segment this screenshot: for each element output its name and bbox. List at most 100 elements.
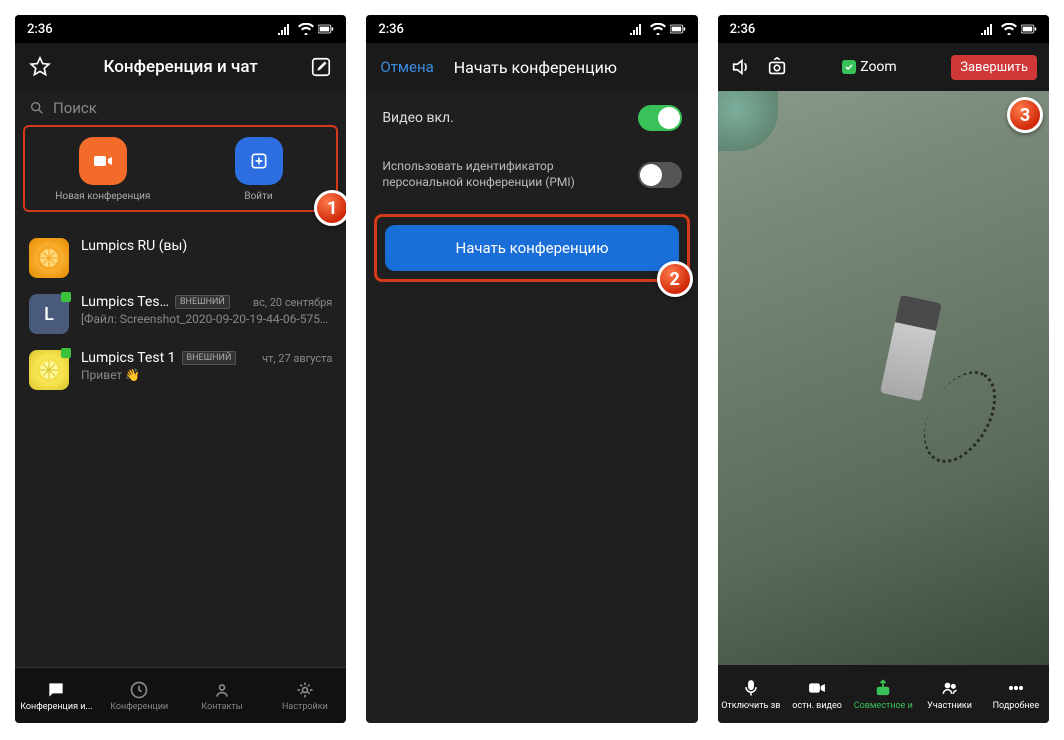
nav-mute[interactable]: Отключить зв [718, 665, 784, 723]
meeting-topbar: Zoom Завершить [718, 43, 1049, 91]
signal-icon [278, 23, 294, 35]
clock-icon [129, 680, 149, 700]
header-title: Конференция и чат [104, 57, 258, 77]
contacts-icon [212, 680, 232, 700]
zoom-label[interactable]: Zoom [842, 59, 897, 75]
end-meeting-button[interactable]: Завершить [951, 55, 1037, 80]
wifi-icon [650, 23, 666, 35]
external-tag: ВНЕШНИЙ [182, 351, 237, 365]
battery-icon [318, 23, 334, 35]
phone-screen-2: 2:36 Отмена Начать конференцию Видео вкл… [366, 15, 697, 723]
wifi-icon [1001, 23, 1017, 35]
annotation-badge-3: 3 [1007, 97, 1043, 133]
nav-share[interactable]: Совместное и [850, 665, 916, 723]
external-tag: ВНЕШНИЙ [175, 295, 230, 309]
usb-drive-object [880, 294, 942, 401]
status-time: 2:36 [730, 22, 756, 37]
phone-screen-1: 2:36 Конференция и чат Поиск Новая конфе… [15, 15, 346, 723]
setting-pmi: Использовать идентификатор персональной … [366, 145, 697, 204]
lemon-slice-icon [34, 355, 64, 385]
cancel-button[interactable]: Отмена [380, 58, 433, 76]
share-icon [873, 678, 893, 698]
search-bar[interactable]: Поиск [15, 91, 346, 125]
chat-icon [46, 680, 66, 700]
action-join-label: Войти [244, 191, 272, 202]
battery-icon [670, 23, 686, 35]
nav-more[interactable]: Подробнее [983, 665, 1049, 723]
wifi-icon [298, 23, 314, 35]
nav-participants[interactable]: Участники [916, 665, 982, 723]
status-time: 2:36 [27, 22, 53, 37]
status-icons [278, 23, 334, 35]
status-icons [630, 23, 686, 35]
action-new-meeting-label: Новая конференция [55, 191, 150, 202]
chat-date: чт, 27 августа [262, 352, 332, 365]
battery-icon [1021, 23, 1037, 35]
start-meeting-button[interactable]: Начать конференцию [385, 225, 678, 271]
screen2-header: Отмена Начать конференцию [366, 43, 697, 91]
more-icon [1006, 678, 1026, 698]
setting-video-on-label: Видео вкл. [382, 110, 454, 126]
avatar [29, 238, 69, 278]
search-icon [29, 100, 45, 116]
chat-date: вс, 20 сентября [253, 296, 333, 309]
chat-item-self[interactable]: Lumpics RU (вы) [15, 230, 346, 286]
search-placeholder: Поиск [53, 99, 97, 117]
nav-settings[interactable]: Настройки [263, 668, 346, 723]
phone-screen-3: 2:36 Zoom Завершить 3 Отключить зв остн. [718, 15, 1049, 723]
chat-name: Lumpics Test 1 [81, 350, 176, 366]
video-icon [807, 678, 827, 698]
meeting-bottom-nav: Отключить зв остн. видео Совместное и Уч… [718, 665, 1049, 723]
chat-name: Lumpics Tes… [81, 294, 169, 310]
online-indicator [61, 348, 71, 358]
status-bar: 2:36 [15, 15, 346, 43]
annotation-badge-1: 1 [314, 190, 346, 226]
status-time: 2:36 [378, 22, 404, 37]
switch-camera-icon[interactable] [766, 56, 788, 78]
avatar [29, 350, 69, 390]
annotation-badge-2: 2 [657, 261, 693, 297]
chat-item[interactable]: L Lumpics Tes… ВНЕШНИЙ вс, 20 сентября [… [15, 286, 346, 342]
status-icons [981, 23, 1037, 35]
mic-icon [741, 678, 761, 698]
star-icon[interactable] [29, 56, 51, 78]
setting-video-on: Видео вкл. [366, 91, 697, 145]
shield-icon [842, 60, 856, 74]
compose-icon[interactable] [310, 56, 332, 78]
video-icon [91, 149, 115, 173]
signal-icon [981, 23, 997, 35]
start-highlight: Начать конференцию 2 [374, 214, 689, 282]
chat-preview: Привет 👋 [81, 368, 332, 382]
chat-preview: [Файл: Screenshot_2020-09-20-19-44-06-57… [81, 312, 332, 326]
status-bar: 2:36 [366, 15, 697, 43]
nav-meetings[interactable]: Конференции [98, 668, 181, 723]
video-feed[interactable]: 3 [718, 91, 1049, 665]
nav-chat[interactable]: Конференция и... [15, 668, 98, 723]
gear-icon [295, 680, 315, 700]
setting-pmi-label: Использовать идентификатор персональной … [382, 159, 592, 190]
action-new-meeting[interactable]: Новая конференция [29, 137, 177, 202]
online-indicator [61, 292, 71, 302]
avatar: L [29, 294, 69, 334]
nav-stop-video[interactable]: остн. видео [784, 665, 850, 723]
status-bar: 2:36 [718, 15, 1049, 43]
action-join[interactable]: Войти [185, 137, 333, 202]
actions-highlight: Новая конференция Войти [23, 125, 338, 212]
join-button[interactable] [235, 137, 283, 185]
bottom-nav: Конференция и... Конференции Контакты На… [15, 667, 346, 723]
app-header: Конференция и чат [15, 43, 346, 91]
signal-icon [630, 23, 646, 35]
chat-list: Lumpics RU (вы) L Lumpics Tes… ВНЕШНИЙ в… [15, 230, 346, 398]
toggle-pmi[interactable] [638, 162, 682, 188]
speaker-icon[interactable] [730, 56, 752, 78]
screen2-title: Начать конференцию [454, 58, 617, 77]
orange-slice-icon [34, 243, 64, 273]
feed-corner-overlay [718, 91, 778, 151]
participants-icon [940, 678, 960, 698]
toggle-video-on[interactable] [638, 105, 682, 131]
nav-contacts[interactable]: Контакты [181, 668, 264, 723]
chat-name: Lumpics RU (вы) [81, 238, 187, 254]
new-meeting-button[interactable] [79, 137, 127, 185]
plus-icon [249, 151, 269, 171]
chat-item[interactable]: Lumpics Test 1 ВНЕШНИЙ чт, 27 августа Пр… [15, 342, 346, 398]
